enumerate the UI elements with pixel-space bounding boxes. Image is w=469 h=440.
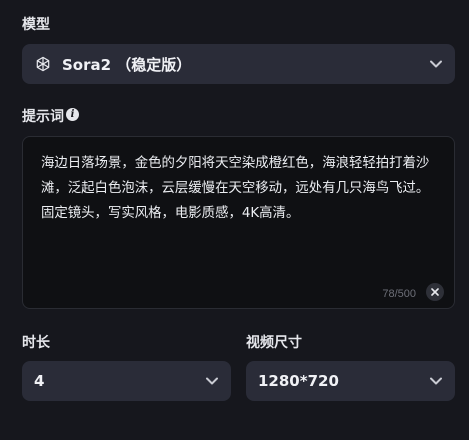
clear-button[interactable]	[426, 283, 444, 301]
close-icon	[431, 288, 439, 296]
video-size-value: 1280*720	[258, 372, 339, 390]
duration-value: 4	[34, 372, 45, 390]
chevron-down-icon	[430, 377, 442, 385]
chevron-down-icon	[206, 377, 218, 385]
character-counter: 78/500	[382, 288, 416, 300]
info-icon[interactable]: i	[66, 108, 79, 121]
model-label: 模型	[22, 17, 50, 33]
prompt-textarea[interactable]: 海边日落场景，金色的夕阳将天空染成橙红色，海浪轻轻拍打着沙滩，泛起白色泡沫，云层…	[22, 136, 455, 309]
duration-label: 时长	[22, 335, 50, 351]
model-value: Sora2 （稳定版）	[62, 55, 192, 74]
chevron-down-icon	[430, 60, 442, 68]
video-size-label: 视频尺寸	[246, 335, 302, 351]
prompt-text[interactable]: 海边日落场景，金色的夕阳将天空染成橙红色，海浪轻轻拍打着沙滩，泛起白色泡沫，云层…	[41, 151, 441, 226]
video-size-select[interactable]: 1280*720	[246, 361, 455, 401]
prompt-label: 提示词	[22, 109, 64, 125]
duration-select[interactable]: 4	[22, 361, 231, 401]
model-select[interactable]: Sora2 （稳定版）	[22, 44, 455, 84]
openai-icon	[36, 56, 50, 72]
